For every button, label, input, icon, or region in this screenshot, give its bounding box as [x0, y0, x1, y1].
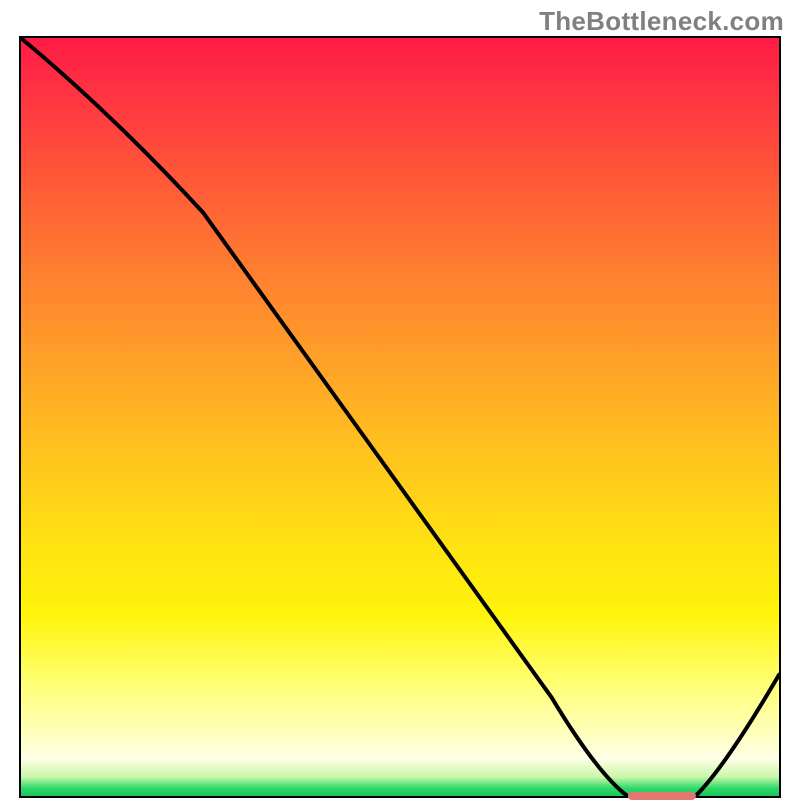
- plot-area: [19, 36, 781, 798]
- attribution-text: TheBottleneck.com: [539, 6, 784, 37]
- curve-path: [21, 38, 779, 796]
- chart-container: TheBottleneck.com: [0, 0, 800, 800]
- bottleneck-curve: [21, 38, 779, 796]
- optimal-marker: [627, 792, 695, 800]
